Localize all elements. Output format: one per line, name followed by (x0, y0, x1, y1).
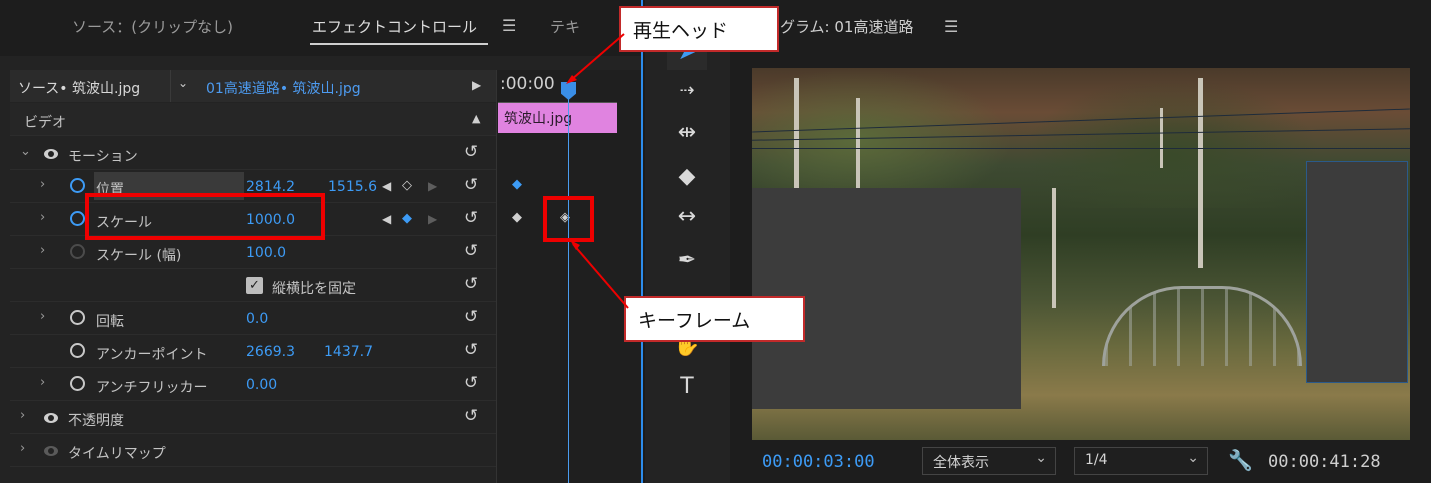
keyframe-arrow-head (570, 240, 580, 250)
playhead-arrow-line (570, 33, 625, 81)
keyframe-arrow-line (572, 243, 629, 309)
annotation-arrows (566, 33, 629, 309)
